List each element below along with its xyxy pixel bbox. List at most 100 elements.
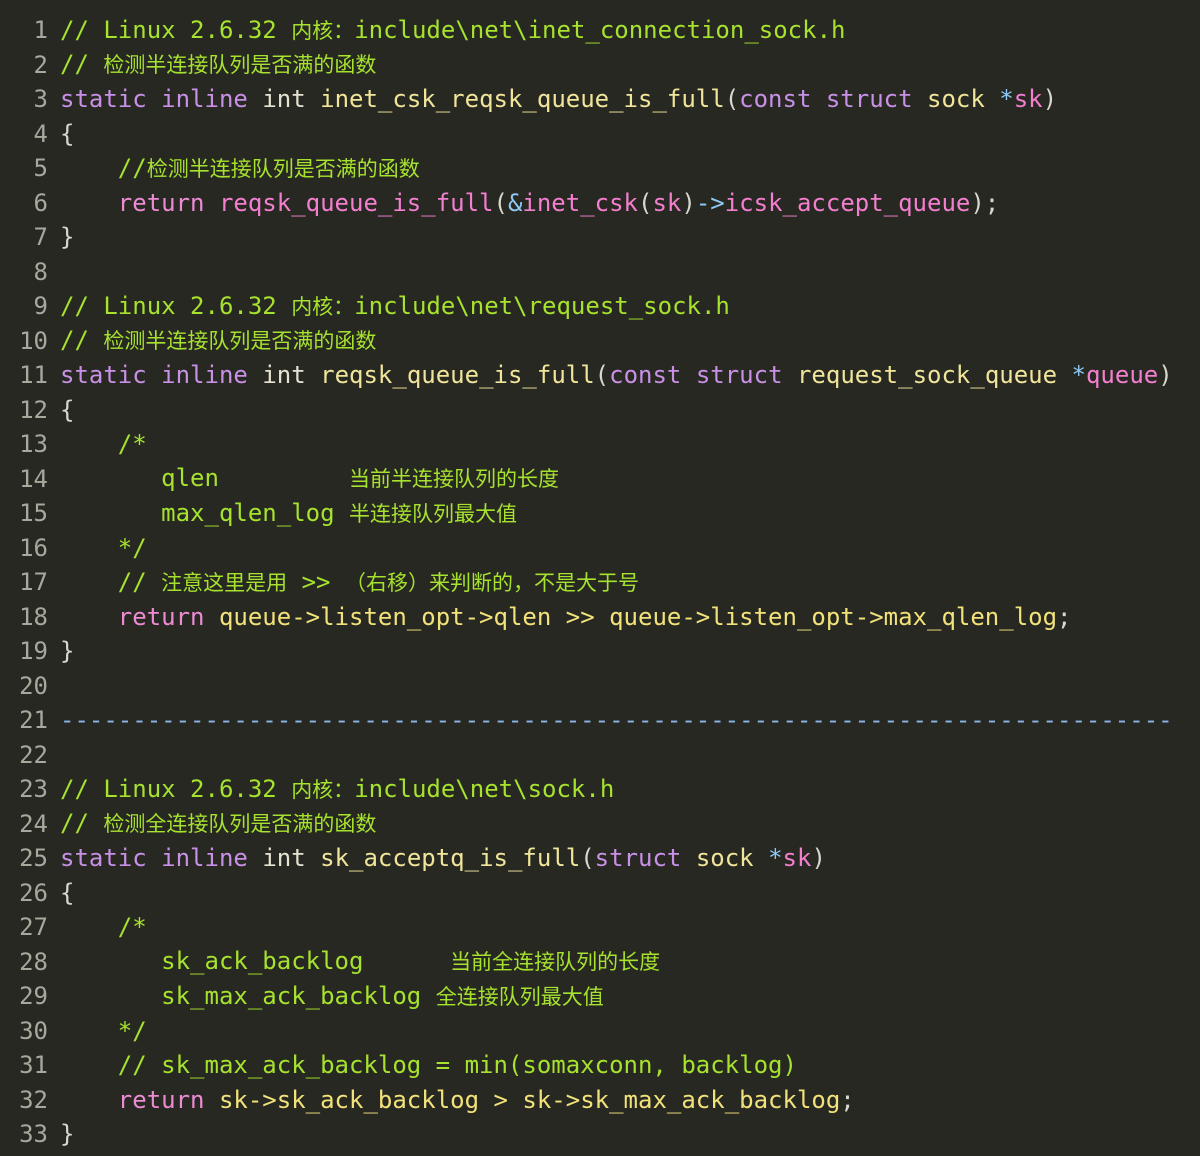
code-line[interactable]: 10// 检测半连接队列是否满的函数 xyxy=(0,324,1200,359)
code-line[interactable]: 16 */ xyxy=(0,531,1200,566)
code-line[interactable]: 24// 检测全连接队列是否满的函数 xyxy=(0,807,1200,842)
line-number: 20 xyxy=(19,671,48,700)
code-text[interactable]: /* xyxy=(48,427,1188,462)
line-number: 14 xyxy=(19,464,48,493)
code-line[interactable]: 26 { xyxy=(0,876,1200,911)
code-line[interactable]: 23// Linux 2.6.32 内核：include\net\sock.h xyxy=(0,772,1200,807)
code-token: ----------------------------------------… xyxy=(60,706,1173,734)
code-line[interactable]: 30 */ xyxy=(0,1014,1200,1049)
code-token: & xyxy=(507,188,523,217)
code-line[interactable]: 27 /* xyxy=(0,910,1200,945)
code-text[interactable]: /* xyxy=(48,910,1188,945)
line-number: 18 xyxy=(19,602,48,631)
code-line[interactable]: 18 return queue->listen_opt->qlen >> que… xyxy=(0,600,1200,635)
code-line[interactable]: 8 xyxy=(0,255,1200,290)
code-line[interactable]: 14 qlen 当前半连接队列的长度 xyxy=(0,462,1200,497)
line-number: 23 xyxy=(19,775,48,803)
code-line[interactable]: 6 return reqsk_queue_is_full(&inet_csk(s… xyxy=(0,186,1200,221)
code-line[interactable]: 31 // sk_max_ack_backlog = min(somaxconn… xyxy=(0,1048,1200,1083)
line-number: 19 xyxy=(19,637,48,665)
code-text[interactable]: // 注意这里是用 >> （右移）来判断的，不是大于号 xyxy=(48,565,1188,601)
code-text[interactable]: //检测半连接队列是否满的函数 xyxy=(48,151,1188,187)
code-token: { xyxy=(60,395,75,424)
code-text[interactable]: // 检测半连接队列是否满的函数 xyxy=(48,47,1188,83)
code-line[interactable]: 19} xyxy=(0,634,1200,669)
code-line[interactable]: 9// Linux 2.6.32 内核：include\net\request_… xyxy=(0,289,1200,324)
code-token: struct xyxy=(695,361,783,389)
code-line[interactable]: 2// 检测半连接队列是否满的函数 xyxy=(0,48,1200,83)
code-text[interactable]: sk_ack_backlog 当前全连接队列的长度 xyxy=(48,944,1188,980)
code-text[interactable]: // Linux 2.6.32 内核：include\net\sock.h xyxy=(48,772,1188,808)
code-text[interactable]: // 检测半连接队列是否满的函数 xyxy=(48,323,1188,359)
code-line[interactable]: 7} xyxy=(0,220,1200,255)
code-token: 检测全连接队列是否满的函数 xyxy=(103,812,377,836)
code-text[interactable]: // sk_max_ack_backlog = min(somaxconn, b… xyxy=(48,1048,1188,1083)
line-number: 3 xyxy=(33,85,48,113)
code-line[interactable]: 32 return sk->sk_ack_backlog > sk->sk_ma… xyxy=(0,1083,1200,1118)
code-line[interactable]: 25 static inline int sk_acceptq_is_full(s… xyxy=(0,841,1200,876)
code-text[interactable]: static inline int reqsk_queue_is_full(co… xyxy=(48,358,1188,393)
code-text[interactable]: // Linux 2.6.32 内核：include\net\request_s… xyxy=(48,289,1188,325)
code-token: sock xyxy=(927,85,985,113)
code-text[interactable]: // 检测全连接队列是否满的函数 xyxy=(48,806,1188,842)
code-text[interactable]: */ xyxy=(48,1014,1188,1049)
code-text[interactable]: static inline int sk_acceptq_is_full(str… xyxy=(48,841,1188,876)
code-line[interactable]: 13 /* xyxy=(0,427,1200,462)
code-text[interactable]: } xyxy=(48,634,1188,669)
code-text[interactable]: static inline int inet_csk_reqsk_queue_i… xyxy=(48,82,1188,117)
code-line[interactable]: 1// Linux 2.6.32 内核：include\net\inet_con… xyxy=(0,13,1200,48)
code-text[interactable]: { xyxy=(48,393,1188,428)
code-text[interactable]: max_qlen_log 半连接队列最大值 xyxy=(48,496,1188,532)
code-line[interactable]: 3 static inline int inet_csk_reqsk_queue_… xyxy=(0,82,1200,117)
code-line[interactable]: 15 max_qlen_log 半连接队列最大值 xyxy=(0,496,1200,531)
code-token: * xyxy=(999,85,1014,113)
code-text[interactable]: // Linux 2.6.32 内核：include\net\inet_conn… xyxy=(48,13,1188,49)
code-text[interactable]: sk_max_ack_backlog 全连接队列最大值 xyxy=(48,979,1188,1015)
line-number: 25 xyxy=(19,844,48,872)
code-text[interactable]: } xyxy=(48,1117,1188,1152)
code-token: 检测半连接队列是否满的函数 xyxy=(103,53,377,77)
code-token: } xyxy=(60,223,75,251)
code-line[interactable]: 22 xyxy=(0,738,1200,773)
code-line[interactable]: 5 //检测半连接队列是否满的函数 xyxy=(0,151,1200,186)
code-token: int xyxy=(262,85,306,113)
code-text[interactable]: ----------------------------------------… xyxy=(48,703,1188,738)
code-line[interactable]: 33} xyxy=(0,1117,1200,1152)
code-line[interactable]: 4{ xyxy=(0,117,1200,152)
code-text[interactable]: return sk->sk_ack_backlog > sk->sk_max_a… xyxy=(48,1083,1188,1118)
code-line[interactable]: 17 // 注意这里是用 >> （右移）来判断的，不是大于号 xyxy=(0,565,1200,600)
code-text[interactable]: return reqsk_queue_is_full(&inet_csk(sk)… xyxy=(48,186,1188,221)
code-token: inet_csk xyxy=(522,188,638,217)
line-number: 16 xyxy=(19,533,48,562)
code-token: // xyxy=(60,50,104,78)
code-text[interactable]: { xyxy=(48,876,1188,911)
code-text[interactable]: */ xyxy=(48,531,1188,566)
code-text[interactable]: { xyxy=(48,117,1188,152)
code-token: >> xyxy=(287,567,345,596)
code-line[interactable]: 28 sk_ack_backlog 当前全连接队列的长度 xyxy=(0,945,1200,980)
code-token: /* xyxy=(117,913,147,941)
code-token: sk->sk_max_ack_backlog xyxy=(522,1085,841,1114)
code-token: } xyxy=(60,637,75,665)
code-line[interactable]: 12 { xyxy=(0,393,1200,428)
code-text[interactable]: return queue->listen_opt->qlen >> queue-… xyxy=(48,600,1188,635)
code-text[interactable]: qlen 当前半连接队列的长度 xyxy=(48,461,1188,497)
line-number: 21 xyxy=(19,706,48,734)
code-text[interactable]: } xyxy=(48,220,1188,255)
code-line[interactable]: 29 sk_max_ack_backlog 全连接队列最大值 xyxy=(0,979,1200,1014)
code-token: queue->listen_opt->qlen xyxy=(218,602,552,631)
code-editor[interactable]: 1// Linux 2.6.32 内核：include\net\inet_con… xyxy=(0,0,1200,1156)
code-line[interactable]: 11 static inline int reqsk_queue_is_full(… xyxy=(0,358,1200,393)
code-line[interactable]: 20 xyxy=(0,669,1200,704)
code-line[interactable]: 21 --------------------------------------… xyxy=(0,703,1200,738)
